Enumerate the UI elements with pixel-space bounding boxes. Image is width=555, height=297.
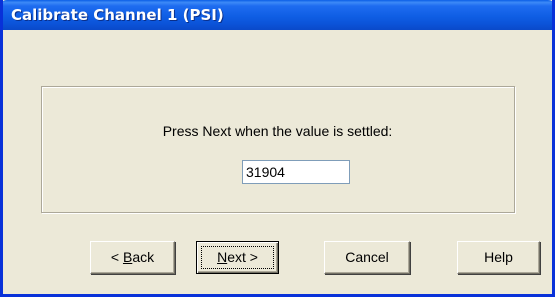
help-button[interactable]: Help xyxy=(457,241,540,274)
cancel-button[interactable]: Cancel xyxy=(324,241,410,274)
next-label-accelerator: N xyxy=(217,249,228,265)
next-button-label: Next > xyxy=(217,249,258,265)
settle-prompt-label: Press Next when the value is settled: xyxy=(162,123,393,139)
cancel-button-label: Cancel xyxy=(345,249,389,265)
value-group-box xyxy=(41,86,515,213)
window-title: Calibrate Channel 1 (PSI) xyxy=(11,6,224,24)
help-button-label: Help xyxy=(484,249,513,265)
back-label-accelerator: B xyxy=(122,249,133,265)
back-label-rest: ack xyxy=(132,249,155,265)
next-button[interactable]: Next > xyxy=(196,241,279,274)
back-button[interactable]: < Back xyxy=(90,241,175,274)
reading-value-field[interactable]: 31904 xyxy=(242,160,350,184)
title-bar[interactable]: Calibrate Channel 1 (PSI) xyxy=(3,0,552,30)
back-button-label: < Back xyxy=(111,249,154,265)
back-label-prefix: < xyxy=(110,249,123,265)
next-label-rest: ext > xyxy=(227,249,258,265)
